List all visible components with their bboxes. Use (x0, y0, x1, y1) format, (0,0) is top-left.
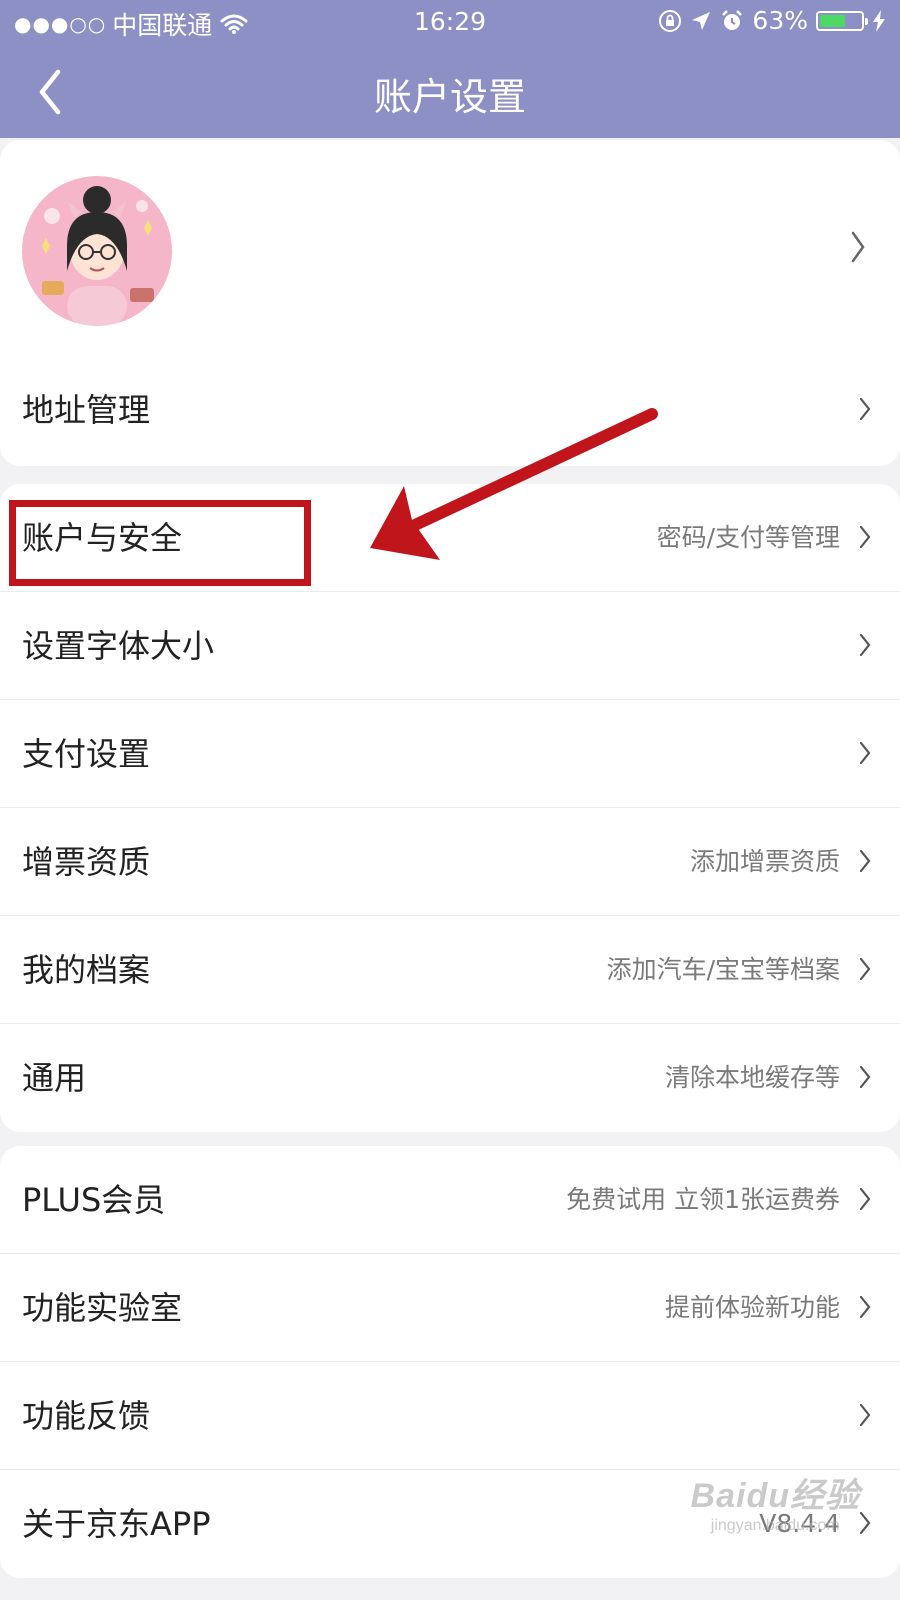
chevron-right-icon (859, 1403, 871, 1427)
watermark-main: Baidu经验 (690, 1477, 860, 1515)
row-value: 提前体验新功能 (664, 1293, 840, 1322)
row-label: 设置字体大小 (22, 627, 215, 665)
settings-row-3[interactable]: 增票资质 添加增票资质 (0, 808, 900, 916)
nav-bar: 账户设置 (0, 44, 900, 138)
chevron-right-icon (859, 1187, 871, 1211)
page-title: 账户设置 (373, 75, 526, 119)
settings-row-1[interactable]: 设置字体大小 (0, 592, 900, 700)
battery-fill (820, 14, 846, 27)
chevron-right-icon (859, 741, 871, 765)
row-label: 通用 (22, 1059, 87, 1097)
chevron-right-icon (859, 1295, 871, 1319)
settings-row-4[interactable]: 我的档案 添加汽车/宝宝等档案 (0, 916, 900, 1024)
row-label: 我的档案 (22, 951, 151, 989)
row-label: 地址管理 (22, 391, 151, 429)
status-bar: ●●●○○ 中国联通 16:29 63% (0, 0, 900, 44)
row-label: 增票资质 (22, 843, 151, 881)
settings-row-5[interactable]: 通用 清除本地缓存等 (0, 1024, 900, 1132)
address-row-0[interactable]: 地址管理 (0, 356, 900, 464)
row-value: 密码/支付等管理 (656, 523, 840, 552)
row-value: 免费试用 立领1张运费券 (566, 1185, 840, 1214)
chevron-right-icon (859, 397, 871, 421)
settings-row-2[interactable]: 支付设置 (0, 700, 900, 808)
charging-icon (873, 9, 885, 32)
avatar (22, 176, 172, 326)
row-value: 添加汽车/宝宝等档案 (606, 955, 840, 984)
more-row-2[interactable]: 功能反馈 (0, 1362, 900, 1470)
watermark: Baidu经验 jingyan.baidu.com (691, 1468, 860, 1535)
location-icon (692, 11, 711, 30)
chevron-right-icon (859, 1065, 871, 1089)
row-label: PLUS会员 (22, 1181, 166, 1219)
row-label: 功能反馈 (22, 1397, 151, 1435)
chevron-right-icon (859, 849, 871, 873)
profile-group: 地址管理 (0, 140, 900, 466)
chevron-right-icon (859, 525, 871, 549)
chevron-right-icon (859, 1511, 871, 1535)
highlight-box (9, 500, 311, 586)
chevron-right-icon (859, 957, 871, 981)
row-label: 关于京东APP (22, 1505, 211, 1543)
watermark-sub: jingyan.baidu.com (710, 1517, 840, 1534)
status-right: 63% (658, 6, 886, 35)
battery-icon (816, 10, 868, 31)
battery-tip (865, 17, 868, 25)
lock-rotation-icon (659, 9, 682, 32)
chevron-right-icon (851, 231, 865, 263)
battery-percent: 63% (752, 6, 808, 35)
avatar-image (22, 176, 172, 326)
row-value: 清除本地缓存等 (664, 1063, 840, 1092)
profile-row[interactable] (0, 140, 900, 356)
row-value: 添加增票资质 (689, 847, 840, 876)
row-label: 支付设置 (22, 735, 151, 773)
alarm-icon (722, 9, 743, 30)
chevron-right-icon (859, 633, 871, 657)
row-label: 功能实验室 (22, 1289, 183, 1327)
more-row-0[interactable]: PLUS会员 免费试用 立领1张运费券 (0, 1146, 900, 1254)
more-row-1[interactable]: 功能实验室 提前体验新功能 (0, 1254, 900, 1362)
